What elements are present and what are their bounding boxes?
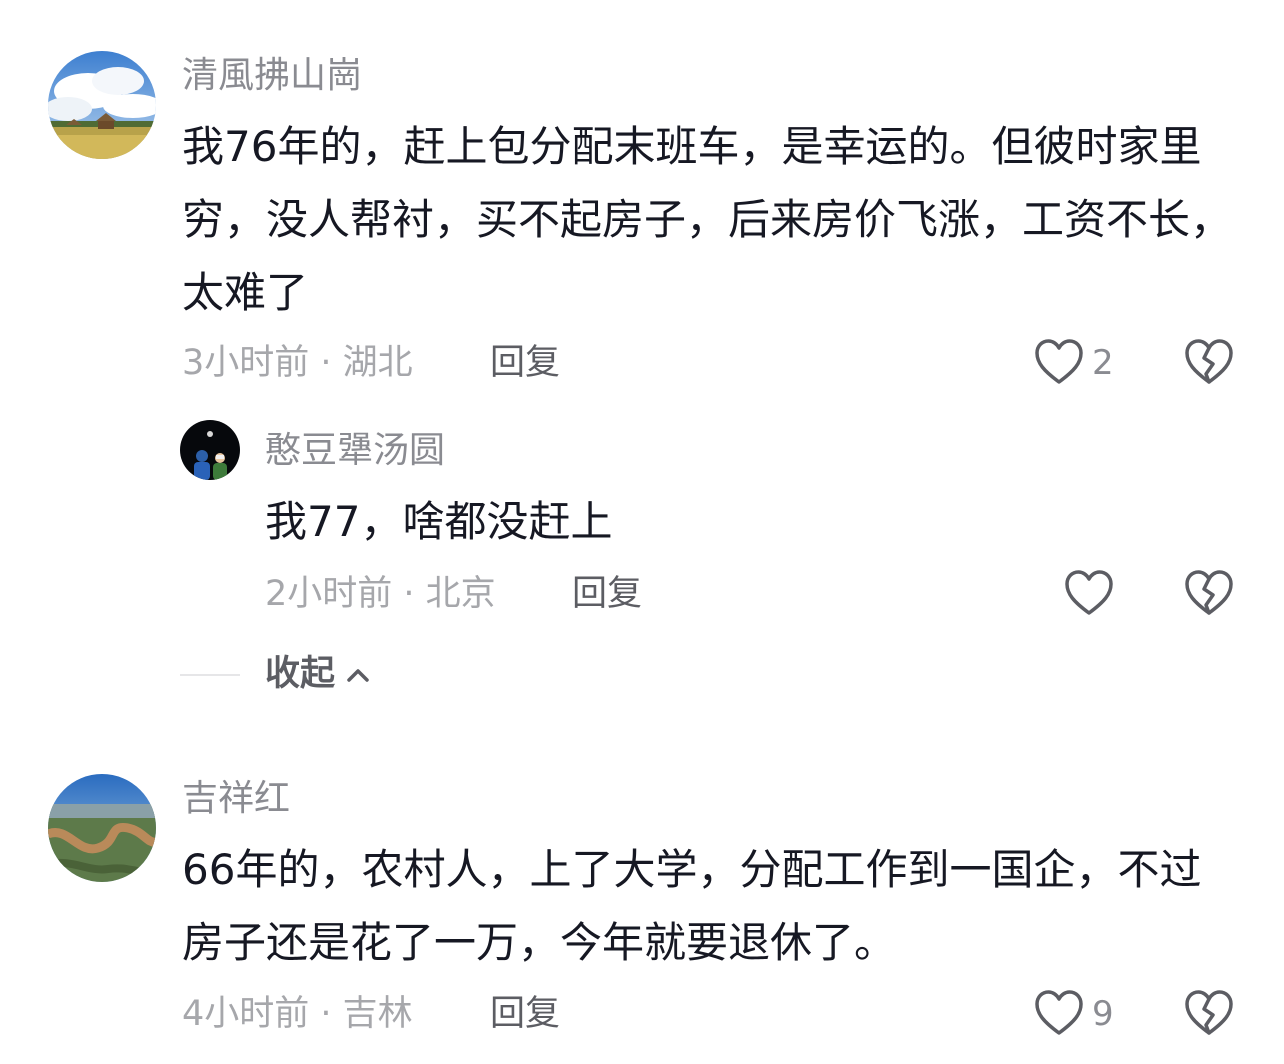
separator: ·	[309, 343, 343, 383]
location: 湖北	[342, 343, 413, 383]
comment-text: 66年的，农村人，上了大学，分配工作到一国企，不过房子还是花了一万，今年就要退休…	[182, 845, 1202, 967]
username[interactable]: 吉祥红	[182, 781, 290, 817]
timestamp: 2小时前	[265, 574, 393, 614]
avatar[interactable]	[180, 420, 240, 480]
collapse-button[interactable]: 收起	[265, 657, 371, 692]
reply-button[interactable]: 回复	[572, 577, 642, 612]
like-button[interactable]	[1034, 989, 1084, 1037]
timestamp: 4小时前	[182, 994, 310, 1034]
landscape-avatar-icon	[48, 51, 156, 159]
separator: ·	[309, 994, 343, 1034]
reply-button[interactable]: 回复	[490, 997, 560, 1032]
collapse-label: 收起	[265, 654, 336, 694]
dislike-button[interactable]	[1184, 989, 1234, 1037]
broken-heart-icon	[1185, 990, 1233, 1035]
collapse-divider	[180, 674, 240, 676]
night-people-avatar-icon	[180, 420, 240, 480]
comment-meta: 4小时前 · 吉林	[182, 997, 413, 1032]
like-count: 9	[1092, 994, 1114, 1034]
comment-text: 我77，啥都没赶上	[265, 497, 613, 546]
heart-outline-icon	[1065, 570, 1113, 615]
reply-button[interactable]: 回复	[490, 346, 560, 381]
comment-meta: 3小时前 · 湖北	[182, 346, 413, 381]
comment-meta: 2小时前 · 北京	[265, 577, 496, 612]
dislike-button[interactable]	[1184, 569, 1234, 617]
timestamp: 3小时前	[182, 343, 310, 383]
heart-outline-icon	[1035, 990, 1083, 1035]
avatar[interactable]	[48, 774, 156, 882]
avatar[interactable]	[48, 51, 156, 159]
dislike-button[interactable]	[1184, 338, 1234, 386]
chevron-up-icon	[347, 668, 369, 682]
broken-heart-icon	[1185, 339, 1233, 384]
river-valley-avatar-icon	[48, 774, 156, 882]
username[interactable]: 清風拂山崗	[182, 58, 362, 94]
like-count: 2	[1092, 343, 1114, 383]
separator: ·	[392, 574, 426, 614]
comment-text: 我76年的，赶上包分配末班车，是幸运的。但彼时家里穷，没人帮衬，买不起房子，后来…	[182, 122, 1233, 317]
broken-heart-icon	[1185, 570, 1233, 615]
heart-outline-icon	[1035, 339, 1083, 384]
like-button[interactable]	[1034, 338, 1084, 386]
like-button[interactable]	[1064, 569, 1114, 617]
location: 吉林	[342, 994, 413, 1034]
username[interactable]: 憨豆犟汤圆	[265, 433, 445, 469]
location: 北京	[425, 574, 496, 614]
